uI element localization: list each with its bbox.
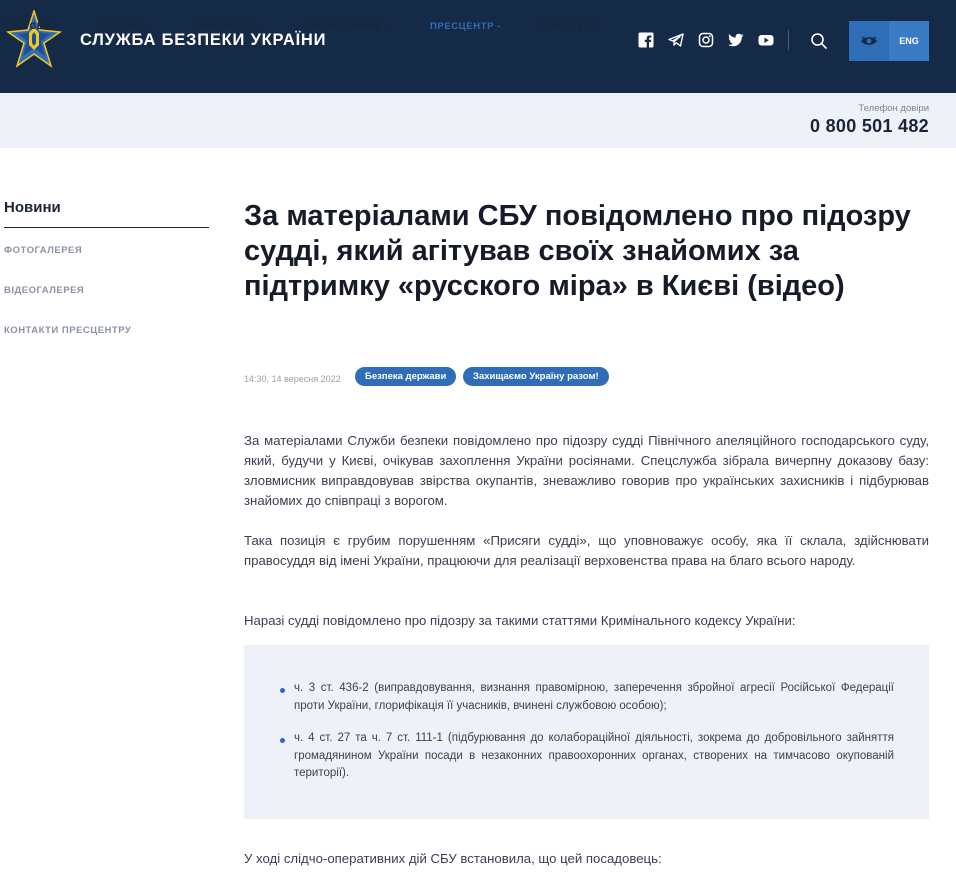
nav-item-press-center[interactable]: ПРЕСЦЕНТР -: [430, 21, 501, 32]
instagram-icon[interactable]: [691, 30, 721, 50]
twitter-icon[interactable]: [721, 30, 751, 50]
article-title: За матеріалами СБУ повідомлено про підоз…: [244, 200, 911, 302]
nav-item-label: ДІЯЛЬНІСТЬ: [192, 21, 257, 32]
site-title[interactable]: СЛУЖБА БЕЗПЕКИ УКРАЇНИ: [80, 31, 326, 50]
header-divider: [788, 30, 789, 50]
nav-item-contacts[interactable]: КОНТАКТИ: [542, 21, 598, 32]
tag-state-security[interactable]: Безпека держави: [355, 367, 457, 386]
chevron-down-icon: -: [146, 21, 151, 32]
chevron-down-icon: -: [497, 21, 502, 32]
article-date: 14:30, 14 вересня 2022: [244, 374, 341, 384]
social-links: [631, 30, 781, 50]
sidebar-title[interactable]: Новини: [4, 199, 61, 216]
nav-item-label: КАР'ЄРА: [99, 21, 144, 32]
hotline-label: Телефон довіри: [858, 103, 929, 114]
language-switch-button[interactable]: ENG: [889, 21, 929, 61]
chevron-down-icon: -: [259, 21, 264, 32]
tag-defend-ukraine[interactable]: Захищаємо Україну разом!: [463, 367, 609, 386]
site-header: СЛУЖБА БЕЗПЕКИ УКРАЇНИ ENG: [0, 0, 956, 93]
telegram-icon[interactable]: [661, 30, 691, 50]
list-item: ч. 4 ст. 27 та ч. 7 ст. 111-1 (підбурюва…: [294, 732, 894, 779]
nav-item-activity[interactable]: ДІЯЛЬНІСТЬ -: [192, 21, 264, 32]
ssu-emblem-logo[interactable]: [4, 10, 64, 72]
sidebar-item-photo-gallery[interactable]: ФОТОГАЛЕРЕЯ: [4, 245, 82, 256]
sidebar-item-press-contacts[interactable]: КОНТАКТИ ПРЕСЦЕНТРУ: [4, 325, 131, 336]
charges-list-box: ч. 3 ст. 436-2 (виправдовування, визнанн…: [244, 645, 929, 819]
article-paragraph: Така позиція є грубим порушенням «Присяг…: [244, 533, 929, 568]
eye-icon: [861, 36, 877, 45]
nav-item-label: ПРО СБУ: [4, 21, 51, 32]
hotline-number[interactable]: 0 800 501 482: [810, 116, 929, 137]
nav-item-career[interactable]: КАР'ЄРА -: [99, 21, 151, 32]
search-icon[interactable]: [809, 31, 829, 51]
nav-item-label: ГРОМАДЯНАМ: [305, 21, 381, 32]
bullet-icon: [280, 738, 285, 743]
facebook-icon[interactable]: [631, 30, 661, 50]
nav-item-label: ПРЕСЦЕНТР: [430, 21, 495, 32]
article-paragraph: За матеріалами Служби безпеки повідомлен…: [244, 433, 929, 508]
article-paragraph: Наразі судді повідомлено про підозру за …: [244, 613, 796, 628]
article-paragraph: У ході слідчо-оперативних дій СБУ встано…: [244, 851, 662, 866]
nav-item-label: КОНТАКТИ: [542, 21, 598, 32]
accessibility-button[interactable]: [849, 21, 889, 61]
sidebar-item-video-gallery[interactable]: ВІДЕОГАЛЕРЕЯ: [4, 285, 84, 296]
bullet-icon: [280, 688, 285, 693]
chevron-down-icon: -: [383, 21, 388, 32]
sidebar-divider: [4, 227, 209, 228]
chevron-down-icon: -: [53, 21, 58, 32]
nav-item-about[interactable]: ПРО СБУ -: [4, 21, 58, 32]
nav-item-citizens[interactable]: ГРОМАДЯНАМ -: [305, 21, 387, 32]
youtube-icon[interactable]: [751, 30, 781, 50]
accessibility-language-panel: ENG: [849, 21, 929, 61]
list-item: ч. 3 ст. 436-2 (виправдовування, визнанн…: [294, 682, 894, 712]
